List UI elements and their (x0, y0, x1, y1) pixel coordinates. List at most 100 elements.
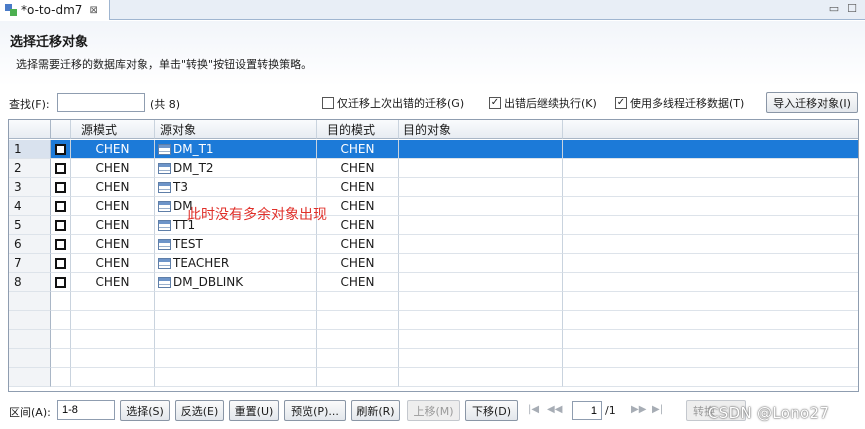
table-row[interactable]: 8 CHEN DM_DBLINK CHEN (9, 273, 858, 292)
table-icon (158, 143, 171, 155)
row-checkbox[interactable] (55, 162, 66, 174)
table-row[interactable]: 1 CHEN DM_T1 CHEN (9, 140, 858, 159)
empty-row (9, 292, 858, 311)
annotation-text: 此时没有多余对象出现 (187, 207, 327, 223)
table-row[interactable]: 6 CHEN TEST CHEN (9, 235, 858, 254)
row-checkbox[interactable] (55, 238, 66, 250)
table-row[interactable]: 7 CHEN TEACHER CHEN (9, 254, 858, 273)
table-icon (158, 162, 171, 174)
search-label: 查找(F): (9, 98, 50, 111)
option-continue-on-error-checkbox[interactable]: ✓ (489, 97, 501, 109)
source-object: DM_T1 (173, 142, 214, 156)
source-schema: CHEN (71, 254, 155, 273)
move-up-button[interactable]: 上移(M) (407, 400, 460, 421)
tab-title: *o-to-dm7 (21, 3, 83, 17)
prev-page-icon[interactable]: ◀◀ (547, 404, 562, 415)
watermark: CSDN @Lono27 (708, 404, 830, 422)
option-multithread-checkbox[interactable]: ✓ (615, 97, 627, 109)
table-icon (158, 219, 171, 231)
option-continue-on-error[interactable]: ✓ 出错后继续执行(K) (489, 95, 597, 111)
target-object (399, 197, 563, 216)
minimize-icon[interactable]: ▭ (829, 2, 839, 15)
header-row-number (9, 120, 51, 139)
row-number: 6 (9, 235, 51, 254)
objects-table: 源模式 源对象 目的模式 目的对象 1 CHEN DM_T1 CHEN 2 CH… (8, 119, 859, 392)
page-input[interactable] (572, 401, 602, 420)
source-schema: CHEN (71, 178, 155, 197)
row-checkbox[interactable] (55, 143, 66, 155)
row-checkbox[interactable] (55, 276, 66, 288)
empty-row (9, 368, 858, 387)
source-schema: CHEN (71, 216, 155, 235)
invert-selection-button[interactable]: 反选(E) (175, 400, 224, 421)
header-select[interactable] (51, 120, 71, 139)
refresh-button[interactable]: 刷新(R) (351, 400, 400, 421)
option-retry-failed[interactable]: 仅迁移上次出错的迁移(G) (322, 95, 464, 111)
option-retry-failed-checkbox[interactable] (322, 97, 334, 109)
target-object (399, 140, 563, 159)
option-multithread-label: 使用多线程迁移数据(T) (630, 97, 745, 110)
row-checkbox[interactable] (55, 219, 66, 231)
preview-button[interactable]: 预览(P)... (284, 400, 346, 421)
target-schema: CHEN (317, 273, 399, 292)
row-number: 3 (9, 178, 51, 197)
option-retry-failed-label: 仅迁移上次出错的迁移(G) (337, 97, 465, 110)
next-page-icon[interactable]: ▶▶ (631, 404, 646, 415)
table-icon (158, 200, 171, 212)
source-object: DM_DBLINK (173, 275, 244, 289)
range-label: 区间(A): (9, 406, 51, 419)
target-schema: CHEN (317, 197, 399, 216)
target-object (399, 178, 563, 197)
header-target-schema[interactable]: 目的模式 (317, 120, 399, 139)
row-number: 2 (9, 159, 51, 178)
migration-icon (5, 4, 17, 16)
option-multithread[interactable]: ✓ 使用多线程迁移数据(T) (615, 95, 744, 111)
page-total: /1 (605, 404, 616, 417)
page-title: 选择迁移对象 (10, 35, 89, 50)
target-schema: CHEN (317, 235, 399, 254)
option-continue-on-error-label: 出错后继续执行(K) (504, 97, 597, 110)
row-number: 5 (9, 216, 51, 235)
maximize-icon[interactable]: ☐ (847, 2, 857, 15)
row-checkbox[interactable] (55, 181, 66, 193)
empty-row (9, 330, 858, 349)
header-target-object[interactable]: 目的对象 (399, 120, 563, 139)
table-icon (158, 181, 171, 193)
target-schema: CHEN (317, 216, 399, 235)
row-number: 7 (9, 254, 51, 273)
target-object (399, 216, 563, 235)
table-icon (158, 257, 171, 269)
table-row[interactable]: 2 CHEN DM_T2 CHEN (9, 159, 858, 178)
source-object: DM_T2 (173, 161, 214, 175)
close-icon[interactable]: ⊠ (89, 5, 97, 16)
row-number: 8 (9, 273, 51, 292)
row-number: 1 (9, 140, 51, 159)
select-button[interactable]: 选择(S) (120, 400, 170, 421)
source-schema: CHEN (71, 140, 155, 159)
search-input[interactable] (57, 93, 145, 112)
target-object (399, 273, 563, 292)
object-count: (共 8) (150, 98, 181, 111)
source-schema: CHEN (71, 235, 155, 254)
header-source-object[interactable]: 源对象 (155, 120, 317, 139)
editor-tab[interactable]: *o-to-dm7 ⊠ (0, 0, 110, 20)
reset-button[interactable]: 重置(U) (229, 400, 279, 421)
header-source-schema[interactable]: 源模式 (71, 120, 155, 139)
row-checkbox[interactable] (55, 257, 66, 269)
source-object: T3 (173, 180, 188, 194)
range-input[interactable] (57, 400, 115, 420)
row-checkbox[interactable] (55, 200, 66, 212)
table-row[interactable]: 5 CHEN TT1 CHEN (9, 216, 858, 235)
target-object (399, 235, 563, 254)
table-row[interactable]: 4 CHEN DM CHEN (9, 197, 858, 216)
source-schema: CHEN (71, 273, 155, 292)
first-page-icon[interactable]: |◀ (528, 404, 539, 415)
move-down-button[interactable]: 下移(D) (465, 400, 518, 421)
import-objects-button[interactable]: 导入迁移对象(I) (766, 92, 858, 113)
page-subtitle: 选择需要迁移的数据库对象，单击"转换"按钮设置转换策略。 (16, 58, 313, 71)
table-icon (158, 238, 171, 250)
empty-row (9, 349, 858, 368)
last-page-icon[interactable]: ▶| (652, 404, 663, 415)
table-row[interactable]: 3 CHEN T3 CHEN (9, 178, 858, 197)
search-bar: 查找(F): (共 8) 仅迁移上次出错的迁移(G) ✓ 出错后继续执行(K) … (0, 90, 865, 116)
